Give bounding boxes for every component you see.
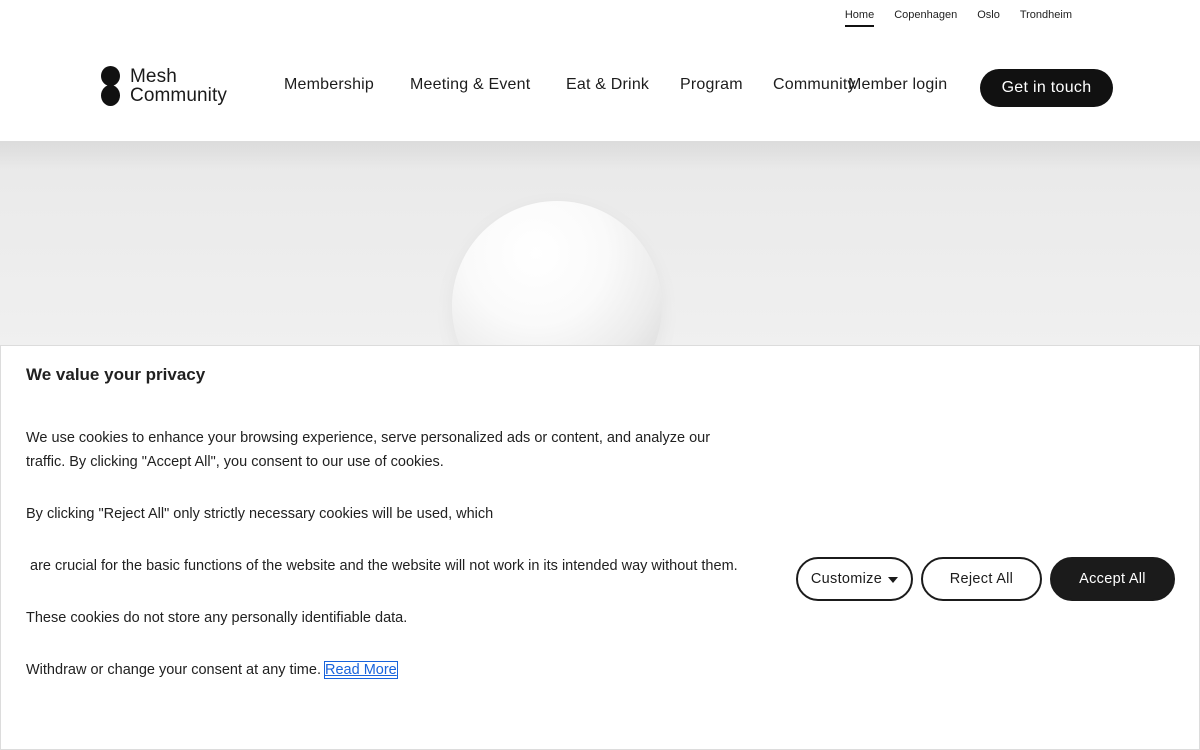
header-shadow <box>0 141 1200 171</box>
logo[interactable]: Mesh Community <box>100 66 227 106</box>
site-header: Mesh Community Membership Meeting & Even… <box>0 30 1200 141</box>
caret-down-icon <box>888 577 899 583</box>
customize-label: Customize <box>810 571 883 587</box>
get-in-touch-button[interactable]: Get in touch <box>980 69 1113 107</box>
location-link-home[interactable]: Home <box>835 0 884 27</box>
cookie-banner-title: We value your privacy <box>26 365 206 384</box>
nav-item-eat-drink[interactable]: Eat & Drink <box>566 76 649 94</box>
location-link-oslo[interactable]: Oslo <box>967 0 1010 27</box>
customize-button[interactable]: Customize <box>796 557 913 601</box>
nav-item-community[interactable]: Community <box>773 76 856 94</box>
cookie-paragraph-3: are crucial for the basic functions of t… <box>26 558 738 574</box>
nav-item-meeting-event[interactable]: Meeting & Event <box>410 76 530 94</box>
cookie-consent-banner: We value your privacy We use cookies to … <box>0 345 1200 750</box>
reject-all-button[interactable]: Reject All <box>921 557 1042 601</box>
logo-text: Mesh Community <box>130 67 227 105</box>
nav-item-member-login[interactable]: Member login <box>848 76 947 94</box>
cookie-paragraph-4: These cookies do not store any personall… <box>26 610 408 626</box>
cookie-paragraph-2: By clicking "Reject All" only strictly n… <box>26 506 494 522</box>
logo-line-2: Community <box>130 85 227 106</box>
cookie-paragraph-5: Withdraw or change your consent at any t… <box>26 658 751 682</box>
nav-item-program[interactable]: Program <box>680 76 743 94</box>
cookie-withdraw-text: Withdraw or change your consent at any t… <box>26 662 321 678</box>
location-link-trondheim[interactable]: Trondheim <box>1010 0 1082 27</box>
cookie-banner-description: We use cookies to enhance your browsing … <box>26 426 751 682</box>
nav-item-membership[interactable]: Membership <box>284 76 374 94</box>
cookie-paragraph-1: We use cookies to enhance your browsing … <box>26 430 711 470</box>
accept-all-button[interactable]: Accept All <box>1050 557 1175 601</box>
cookie-buttons: Customize Reject All Accept All <box>796 557 1175 601</box>
logo-mark-icon <box>100 66 122 106</box>
location-link-copenhagen[interactable]: Copenhagen <box>884 0 967 27</box>
logo-line-1: Mesh <box>130 66 177 87</box>
location-nav: Home Copenhagen Oslo Trondheim <box>835 0 1082 30</box>
read-more-link[interactable]: Read More <box>324 661 398 679</box>
